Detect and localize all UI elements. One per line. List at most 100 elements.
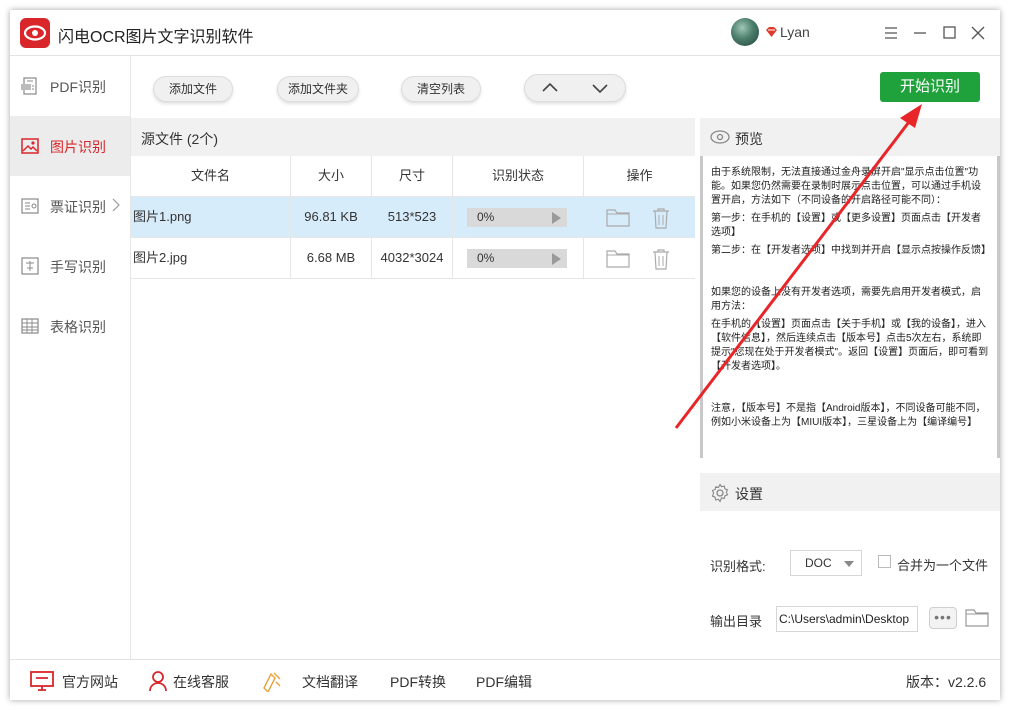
start-recognition-button[interactable]: 开始识别	[880, 72, 980, 102]
preview-title: 预览	[735, 131, 763, 147]
merge-checkbox[interactable]	[878, 555, 891, 568]
actions-cell	[584, 197, 695, 238]
file-name: 图片2.jpg	[131, 238, 291, 279]
column-header: 操作	[626, 168, 653, 183]
sidebar-item-pdf[interactable]: PDF识别	[10, 56, 130, 116]
sidebar-item-label: 票证识别	[50, 199, 106, 215]
trash-icon[interactable]	[651, 207, 671, 229]
play-icon[interactable]	[552, 253, 561, 265]
toolbar: 添加文件 添加文件夹 清空列表 开始识别	[131, 56, 1000, 118]
vip-diamond-icon	[766, 27, 777, 37]
preview-paragraph: 如果您的设备上没有开发者选项，需要先启用开发者模式，启用方法：	[711, 287, 981, 312]
format-value: DOC	[805, 556, 832, 570]
ticket-icon	[21, 198, 39, 214]
footer-label: 在线客服	[173, 674, 229, 690]
sidebar-item-label: PDF识别	[50, 79, 106, 95]
folder-icon[interactable]	[606, 248, 630, 268]
column-header: 识别状态	[453, 156, 584, 197]
settings-title: 设置	[735, 486, 763, 502]
move-buttons	[524, 74, 626, 102]
move-up-button[interactable]	[525, 75, 575, 101]
pdf-edit-link[interactable]: PDF编辑	[476, 672, 532, 692]
file-dimensions: 4032*3024	[372, 238, 453, 279]
maximize-icon[interactable]	[938, 22, 960, 44]
output-dir-label: 输出目录	[710, 614, 763, 629]
sidebar-item-label: 表格识别	[50, 319, 106, 335]
online-support-link[interactable]: 在线客服	[148, 671, 229, 692]
file-panel: 源文件 (2个) 文件名 大小 尺寸 识别状态 操作 图片1.png 96.81…	[131, 118, 695, 659]
move-down-button[interactable]	[575, 75, 625, 101]
chevron-right-icon	[112, 198, 120, 212]
sidebar: PDF识别 图片识别 票证识别 手写识别 表格识别	[10, 56, 131, 659]
title-bar: 闪电OCR图片文字识别软件 Lyan	[10, 10, 1000, 56]
sidebar-item-image[interactable]: 图片识别	[10, 116, 130, 176]
preview-paragraph: 由于系统限制，无法直接通过金舟录屏开启"显示点击位置"功能。如果您仍然需要在录制…	[711, 167, 981, 206]
file-name: 图片1.png	[131, 197, 291, 238]
file-dimensions: 513*523	[372, 197, 453, 238]
right-panel: 预览 由于系统限制，无法直接通过金舟录屏开启"显示点击位置"功能。如果您仍然需要…	[700, 118, 1000, 659]
table-header: 文件名 大小 尺寸 识别状态 操作	[131, 156, 695, 197]
browse-button[interactable]: •••	[929, 607, 957, 629]
preview-content: 由于系统限制，无法直接通过金舟录屏开启"显示点击位置"功能。如果您仍然需要在录制…	[700, 156, 1000, 458]
version-label: 版本：v2.2.6	[906, 674, 987, 690]
add-folder-button[interactable]: 添加文件夹	[277, 76, 359, 102]
chevron-down-icon	[592, 84, 608, 94]
add-file-button[interactable]: 添加文件	[153, 76, 233, 102]
column-header: 尺寸	[372, 156, 453, 197]
folder-icon[interactable]	[606, 207, 630, 227]
gear-icon	[711, 483, 729, 503]
sidebar-item-label: 图片识别	[50, 139, 106, 155]
chevron-down-icon	[844, 561, 854, 567]
status-cell: 0%	[453, 238, 584, 279]
eye-icon	[710, 130, 730, 144]
sidebar-item-label: 手写识别	[50, 259, 106, 275]
user-avatar[interactable]	[731, 18, 759, 46]
sidebar-item-table[interactable]: 表格识别	[10, 296, 130, 356]
settings-header: 设置	[700, 473, 1000, 511]
handwriting-icon	[21, 257, 39, 275]
preview-paragraph: 第一步：在手机的【设置】或【更多设置】页面点击【开发者选项】	[711, 213, 981, 238]
sidebar-item-ticket[interactable]: 票证识别	[10, 176, 130, 236]
footer-label: PDF转换	[390, 674, 446, 690]
file-size: 6.68 MB	[291, 238, 372, 279]
output-path-input[interactable]: C:\Users\admin\Desktop	[776, 606, 918, 632]
clear-list-button[interactable]: 清空列表	[401, 76, 481, 102]
merge-label: 合并为一个文件	[897, 558, 989, 573]
table-row[interactable]: 图片2.jpg 6.68 MB 4032*3024 0%	[131, 238, 695, 279]
progress-bar: 0%	[467, 208, 567, 227]
app-logo-icon	[20, 18, 50, 48]
format-label: 识别格式:	[710, 559, 766, 574]
menu-icon[interactable]	[880, 22, 902, 44]
monitor-icon	[30, 671, 54, 691]
app-title: 闪电OCR图片文字识别软件	[58, 29, 254, 46]
column-header: 大小	[291, 156, 372, 197]
progress-value: 0%	[477, 210, 495, 224]
progress-bar: 0%	[467, 249, 567, 268]
table-row[interactable]: 图片1.png 96.81 KB 513*523 0%	[131, 197, 695, 238]
progress-value: 0%	[477, 251, 495, 265]
settings-body: 识别格式: DOC 合并为一个文件 输出目录 C:\Users\admin\De…	[700, 511, 1000, 659]
official-website-link[interactable]: 官方网站	[30, 671, 118, 692]
translate-icon	[263, 672, 281, 692]
trash-icon[interactable]	[651, 248, 671, 270]
preview-paragraph: 在手机的【设置】页面点击【关于手机】或【我的设备】，进入【软件信息】，然后连续点…	[711, 319, 989, 372]
document-translate-link[interactable]: 文档翻译	[261, 672, 358, 692]
format-select[interactable]: DOC	[790, 550, 862, 576]
source-files-title: 源文件 (2个)	[131, 118, 695, 156]
status-cell: 0%	[453, 197, 584, 238]
preview-header: 预览	[700, 118, 1000, 156]
actions-cell	[584, 238, 695, 279]
footer-label: 文档翻译	[302, 674, 358, 690]
footer-label: 官方网站	[62, 674, 118, 690]
sidebar-item-handwriting[interactable]: 手写识别	[10, 236, 130, 296]
username[interactable]: Lyan	[780, 24, 810, 40]
pdf-convert-link[interactable]: PDF转换	[390, 672, 446, 692]
play-icon[interactable]	[552, 212, 561, 224]
chevron-up-icon	[542, 82, 558, 92]
preview-paragraph: 注意，【版本号】不是指【Android版本】，不同设备可能不同，例如小米设备上为…	[711, 403, 986, 428]
close-icon[interactable]	[967, 22, 989, 44]
user-service-icon	[149, 671, 167, 692]
minimize-icon[interactable]	[909, 22, 931, 44]
open-folder-icon[interactable]	[965, 607, 989, 627]
file-size: 96.81 KB	[291, 197, 372, 238]
